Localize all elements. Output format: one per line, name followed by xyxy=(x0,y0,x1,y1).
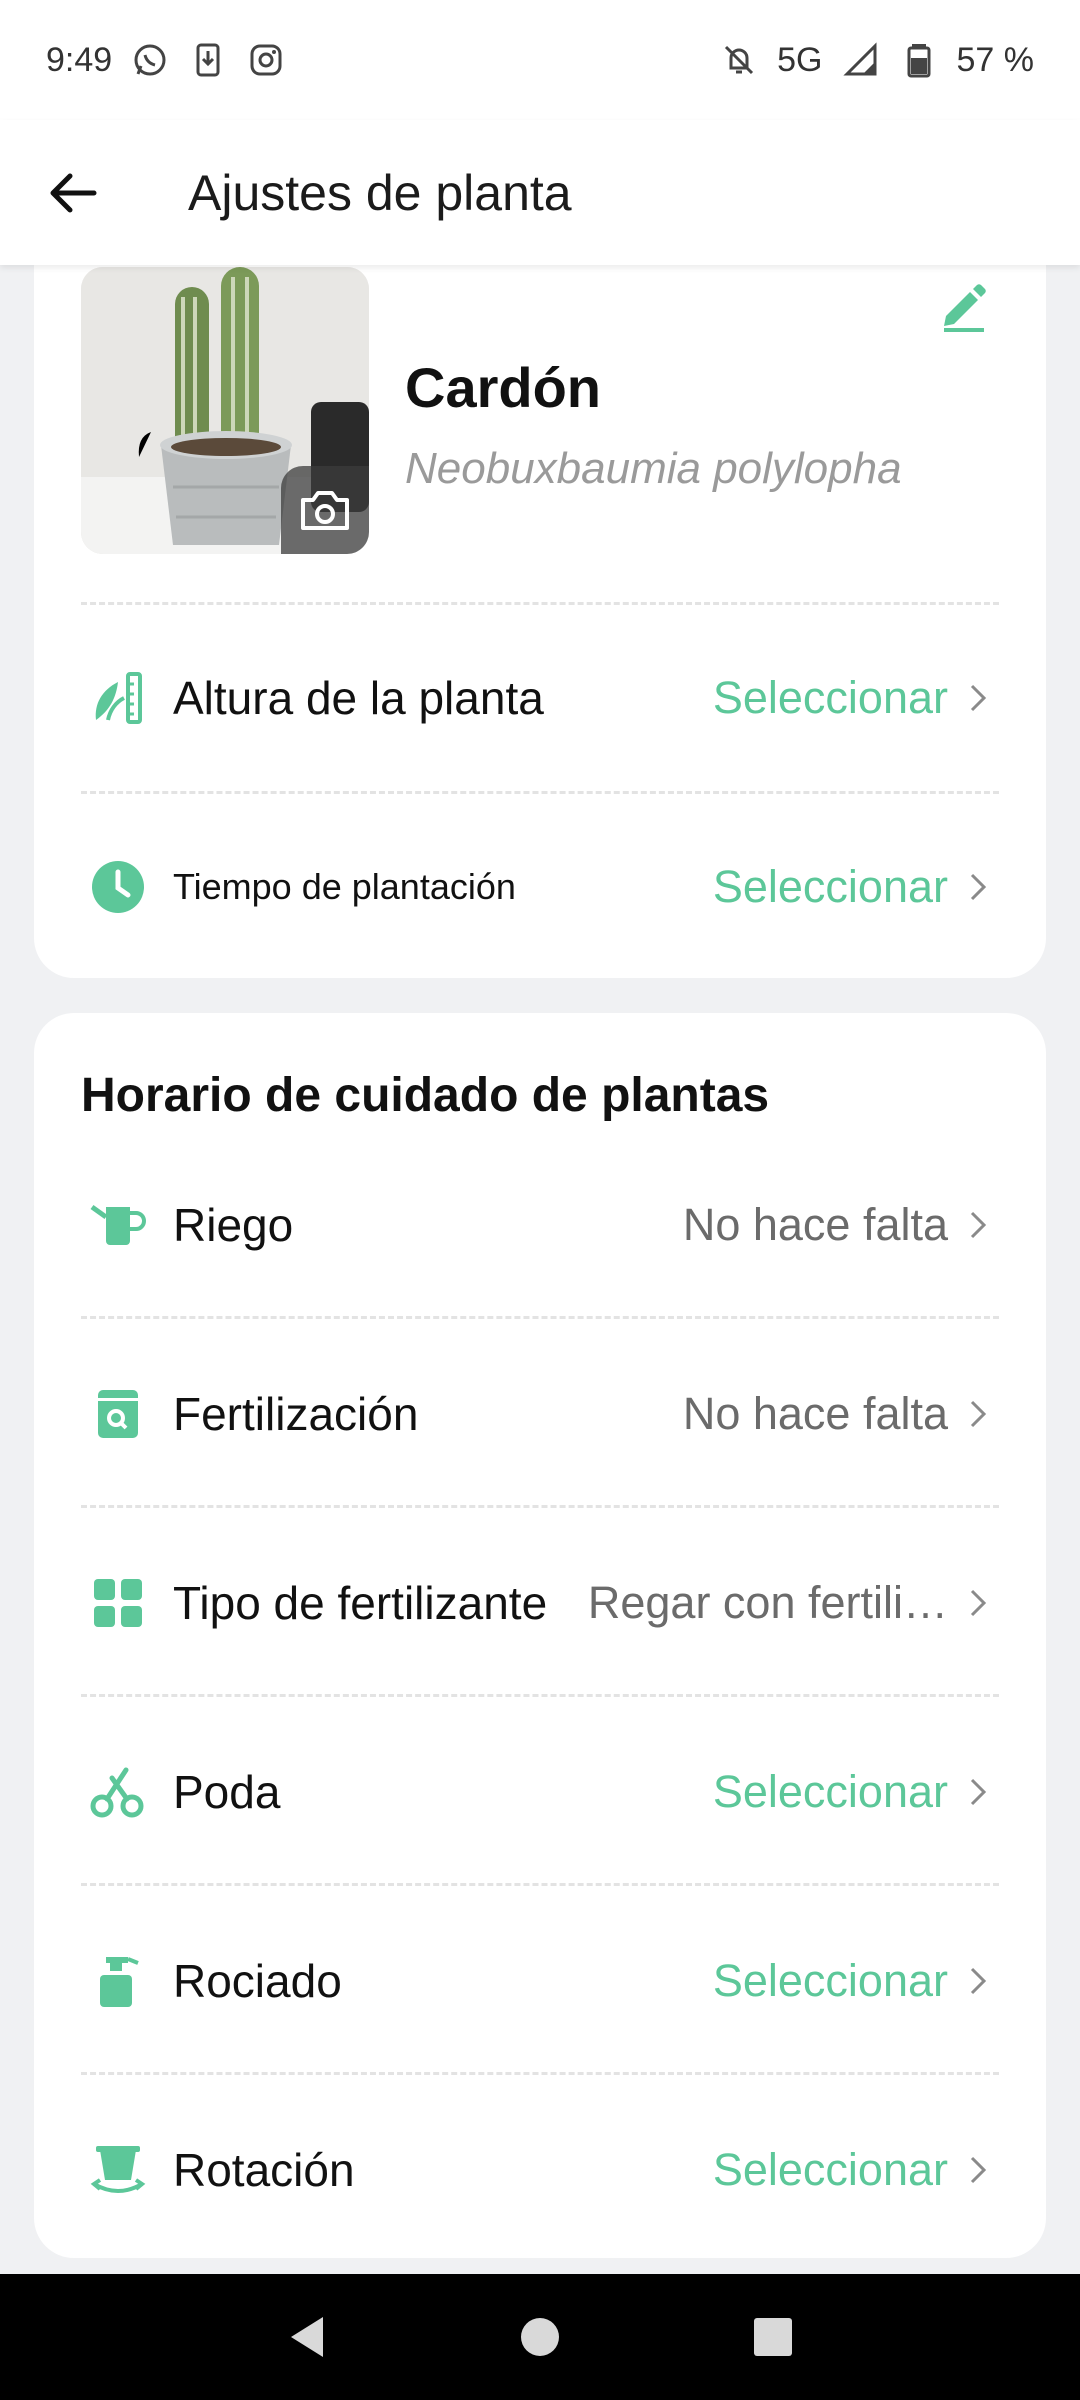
row-rotation[interactable]: Rotación Seleccionar xyxy=(34,2100,1046,2240)
divider xyxy=(81,2072,999,2075)
app-bar: Ajustes de planta xyxy=(0,120,1080,265)
fertilizer-bag-icon xyxy=(88,1384,148,1444)
divider xyxy=(81,602,999,605)
row-label: Riego xyxy=(173,1199,294,1251)
row-value: No hace falta xyxy=(682,1199,948,1250)
row-label: Fertilización xyxy=(173,1388,419,1440)
plant-info-card: Cardón Neobuxbaumia polylopha Altura de … xyxy=(34,230,1046,978)
spray-bottle-icon xyxy=(88,1951,148,2011)
instagram-icon xyxy=(246,40,286,80)
grid-icon xyxy=(88,1573,148,1633)
row-value: Seleccionar xyxy=(712,861,948,912)
plant-height-icon xyxy=(88,668,148,728)
row-value: Seleccionar xyxy=(712,1955,948,2006)
row-label: Rociado xyxy=(173,1955,342,2007)
plant-name: Cardón xyxy=(405,356,601,419)
chevron-right-icon xyxy=(970,2156,987,2184)
chevron-right-icon xyxy=(970,873,987,901)
clock-icon xyxy=(88,857,148,917)
nav-recents-button[interactable] xyxy=(743,2307,803,2367)
chevron-right-icon xyxy=(970,1211,987,1239)
section-title: Horario de cuidado de plantas xyxy=(81,1069,770,1122)
chevron-right-icon xyxy=(970,1589,987,1617)
page-title: Ajustes de planta xyxy=(188,164,572,221)
chevron-right-icon xyxy=(970,1778,987,1806)
chevron-right-icon xyxy=(970,1400,987,1428)
triangle-back-icon xyxy=(290,2317,323,2357)
row-fertilization[interactable]: Fertilización No hace falta xyxy=(34,1344,1046,1484)
status-network: 5G xyxy=(777,40,823,79)
status-battery: 57 % xyxy=(956,40,1035,79)
square-recents-icon xyxy=(754,2318,793,2356)
edit-name-button[interactable] xyxy=(936,278,992,334)
row-plant-height[interactable]: Altura de la planta Seleccionar xyxy=(34,628,1046,768)
divider xyxy=(81,1694,999,1697)
status-left: 9:49 xyxy=(46,40,286,80)
row-label: Rotación xyxy=(173,2144,355,2196)
row-label: Altura de la planta xyxy=(173,672,544,724)
back-button[interactable] xyxy=(38,158,108,228)
camera-icon xyxy=(301,491,349,530)
plant-scientific-name: Neobuxbaumia polylopha xyxy=(405,444,902,493)
divider xyxy=(81,791,999,794)
nav-back-button[interactable] xyxy=(277,2307,337,2367)
status-right: 5G 57 % xyxy=(719,40,1034,80)
arrow-left-icon xyxy=(50,173,97,212)
row-pruning[interactable]: Poda Seleccionar xyxy=(34,1722,1046,1862)
download-icon xyxy=(188,40,228,80)
row-watering[interactable]: Riego No hace falta xyxy=(34,1155,1046,1295)
care-schedule-card: Horario de cuidado de plantas Riego No h… xyxy=(34,1013,1046,2258)
divider xyxy=(81,1883,999,1886)
signal-icon xyxy=(841,40,881,80)
battery-icon xyxy=(899,40,939,80)
pencil-icon xyxy=(944,284,986,332)
rotate-pot-icon xyxy=(88,2140,148,2200)
chevron-right-icon xyxy=(970,684,987,712)
row-fertilizer-type[interactable]: Tipo de fertilizante Regar con fertili… xyxy=(34,1533,1046,1673)
status-bar: 9:49 5G 57 % xyxy=(0,0,1080,120)
chevron-right-icon xyxy=(970,1967,987,1995)
divider xyxy=(81,1505,999,1508)
change-photo-button[interactable] xyxy=(281,466,369,554)
nav-home-button[interactable] xyxy=(510,2307,570,2367)
whatsapp-icon xyxy=(130,40,170,80)
row-value: Regar con fertili… xyxy=(587,1577,948,1628)
row-label: Tiempo de plantación xyxy=(173,866,516,907)
status-time: 9:49 xyxy=(46,40,113,79)
row-value: Seleccionar xyxy=(712,2144,948,2195)
row-label: Poda xyxy=(173,1766,281,1818)
row-misting[interactable]: Rociado Seleccionar xyxy=(34,1911,1046,2051)
scissors-icon xyxy=(88,1762,148,1822)
row-label: Tipo de fertilizante xyxy=(173,1577,548,1629)
system-nav-bar xyxy=(0,2274,1080,2400)
divider xyxy=(81,1316,999,1319)
circle-home-icon xyxy=(520,2318,559,2356)
row-value: Seleccionar xyxy=(712,1766,948,1817)
row-value: No hace falta xyxy=(682,1388,948,1439)
bell-muted-icon xyxy=(719,40,759,80)
plant-photo[interactable] xyxy=(81,267,369,554)
watering-can-icon xyxy=(88,1195,148,1255)
row-planting-time[interactable]: Tiempo de plantación Seleccionar xyxy=(34,817,1046,957)
row-value: Seleccionar xyxy=(712,672,948,723)
